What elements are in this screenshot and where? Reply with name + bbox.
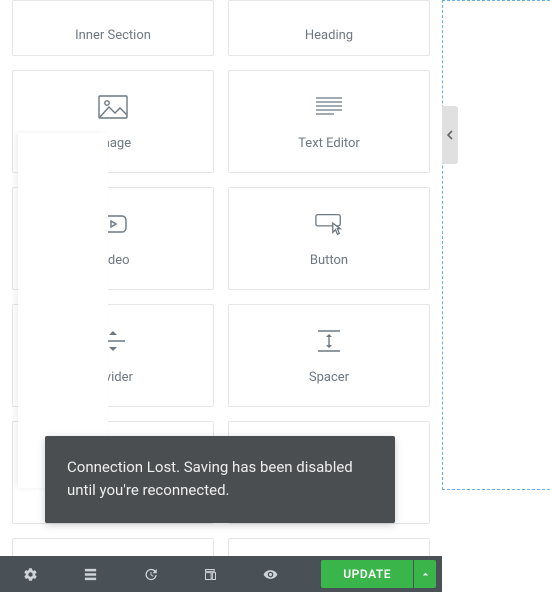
canvas-drop-zone[interactable] xyxy=(442,0,550,490)
update-options-button[interactable] xyxy=(414,560,436,588)
widget-partial[interactable] xyxy=(12,538,214,556)
navigator-button[interactable] xyxy=(60,556,120,592)
canvas-section[interactable] xyxy=(18,133,108,488)
widget-label: Spacer xyxy=(309,370,349,385)
widget-spacer[interactable]: Spacer xyxy=(228,304,430,407)
widget-label: Text Editor xyxy=(298,136,360,151)
update-button-label: UPDATE xyxy=(343,567,391,581)
widget-label: Button xyxy=(310,253,348,268)
settings-button[interactable] xyxy=(0,556,60,592)
widget-partial[interactable] xyxy=(228,538,430,556)
text-editor-icon xyxy=(314,92,344,122)
toast-message: Connection Lost. Saving has been disable… xyxy=(67,458,353,499)
spacer-icon xyxy=(314,326,344,356)
widget-label: Inner Section xyxy=(75,28,151,43)
image-icon xyxy=(98,92,128,122)
history-button[interactable] xyxy=(120,556,180,592)
button-icon xyxy=(314,209,344,239)
preview-button[interactable] xyxy=(240,556,300,592)
widget-button[interactable]: Button xyxy=(228,187,430,290)
widget-label: Heading xyxy=(305,28,353,43)
widget-heading[interactable]: Heading xyxy=(228,0,430,56)
connection-lost-toast: Connection Lost. Saving has been disable… xyxy=(45,436,395,523)
widget-text-editor[interactable]: Text Editor xyxy=(228,70,430,173)
footer-toolbar: UPDATE xyxy=(0,556,442,592)
panel-collapse-handle[interactable] xyxy=(442,106,458,164)
update-button[interactable]: UPDATE xyxy=(321,560,413,588)
widget-inner-section[interactable]: Inner Section xyxy=(12,0,214,56)
responsive-button[interactable] xyxy=(180,556,240,592)
